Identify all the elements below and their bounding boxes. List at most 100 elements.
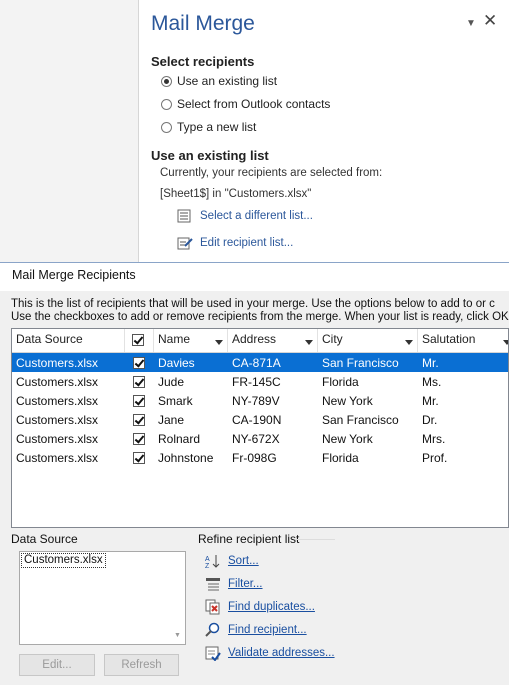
- cell-address: CA-871A: [232, 355, 281, 370]
- select-different-list-link[interactable]: Select a different list...: [177, 209, 313, 223]
- column-header-data-source[interactable]: Data Source: [12, 329, 125, 352]
- pane-options-icon[interactable]: ▼: [466, 18, 476, 29]
- filter-link[interactable]: Filter...: [205, 575, 263, 593]
- filter-icon: [206, 578, 220, 591]
- edit-list-icon: [177, 237, 193, 250]
- dropdown-arrow-icon[interactable]: [503, 340, 508, 345]
- table-row[interactable]: Customers.xlsx Davies CA-871A San Franci…: [12, 353, 508, 372]
- radio-button[interactable]: [161, 98, 172, 110]
- close-icon[interactable]: ✕: [483, 11, 497, 31]
- cell-data-source: Customers.xlsx: [16, 412, 99, 427]
- cell-address: NY-672X: [232, 431, 280, 446]
- cell-salutation: Ms.: [422, 374, 442, 389]
- svg-text:Z: Z: [205, 563, 210, 569]
- cell-checkbox[interactable]: [125, 391, 154, 410]
- cell-checkbox[interactable]: [125, 372, 154, 391]
- cell-name: Rolnard: [158, 431, 201, 446]
- find-recipient-icon: [205, 622, 220, 637]
- dropdown-arrow-icon[interactable]: [405, 340, 413, 345]
- column-header-select-all[interactable]: [125, 329, 154, 352]
- validate-addresses-link[interactable]: Validate addresses...: [205, 644, 335, 662]
- radio-label: Use an existing list: [177, 74, 278, 88]
- dropdown-arrow-icon[interactable]: [215, 340, 223, 345]
- cell-checkbox[interactable]: [125, 410, 154, 429]
- source-file-text: [Sheet1$] in "Customers.xlsx": [160, 188, 312, 200]
- radio-label: Type a new list: [177, 120, 257, 134]
- cell-city: San Francisco: [322, 412, 399, 427]
- radio-type-new-list[interactable]: Type a new list: [161, 119, 256, 135]
- scroll-down-icon[interactable]: ▼: [174, 632, 181, 639]
- table-row[interactable]: Customers.xlsx Jude FR-145C Florida Ms.: [12, 372, 508, 391]
- cell-data-source: Customers.xlsx: [16, 393, 99, 408]
- cell-city: San Francisco: [322, 355, 399, 370]
- select-all-checkbox[interactable]: [132, 334, 144, 346]
- edit-button[interactable]: Edit...: [19, 654, 95, 676]
- list-icon: [177, 209, 191, 223]
- column-label: Address: [232, 332, 277, 346]
- cell-salutation: Dr.: [422, 412, 438, 427]
- sort-link[interactable]: A Z Sort...: [205, 552, 259, 570]
- row-checkbox[interactable]: [133, 375, 145, 388]
- cell-salutation: Mr.: [422, 393, 439, 408]
- column-header-address[interactable]: Address: [228, 329, 318, 352]
- cell-city: Florida: [322, 374, 359, 389]
- column-label: City: [322, 332, 343, 346]
- link-label: Select a different list...: [200, 210, 313, 222]
- table-row[interactable]: Customers.xlsx Johnstone Fr-098G Florida…: [12, 448, 508, 467]
- column-label: Salutation: [422, 332, 476, 346]
- table-row[interactable]: Customers.xlsx Smark NY-789V New York Mr…: [12, 391, 508, 410]
- column-label: Name: [158, 332, 191, 346]
- data-source-list-item[interactable]: Customers.xlsx: [21, 553, 106, 568]
- cell-name: Jane: [158, 412, 185, 427]
- cell-checkbox[interactable]: [125, 448, 154, 467]
- validate-addresses-icon: [205, 646, 221, 661]
- link-label: Sort...: [228, 555, 259, 567]
- row-checkbox[interactable]: [133, 432, 145, 445]
- instructions-line: This is the list of recipients that will…: [11, 298, 495, 310]
- column-header-name[interactable]: Name: [154, 329, 228, 352]
- svg-text:A: A: [205, 556, 210, 563]
- cell-data-source: Customers.xlsx: [16, 450, 99, 465]
- row-checkbox[interactable]: [133, 394, 145, 407]
- row-checkbox[interactable]: [133, 356, 145, 369]
- link-label: Validate addresses...: [228, 647, 335, 659]
- table-row[interactable]: Customers.xlsx Jane CA-190N San Francisc…: [12, 410, 508, 429]
- data-source-label: Data Source: [11, 532, 78, 546]
- find-duplicates-link[interactable]: Find duplicates...: [205, 598, 315, 616]
- cell-address: Fr-098G: [232, 450, 277, 465]
- cell-city: New York: [322, 393, 373, 408]
- cell-address: CA-190N: [232, 412, 282, 427]
- existing-list-heading: Use an existing list: [151, 148, 269, 163]
- current-source-text: Currently, your recipients are selected …: [160, 167, 383, 179]
- find-recipient-link[interactable]: Find recipient...: [205, 621, 307, 639]
- select-recipients-heading: Select recipients: [151, 54, 255, 69]
- radio-button[interactable]: [161, 75, 172, 87]
- cell-data-source: Customers.xlsx: [16, 431, 99, 446]
- document-area: [0, 0, 138, 262]
- radio-use-existing-list[interactable]: Use an existing list: [161, 73, 277, 89]
- cell-data-source: Customers.xlsx: [16, 355, 99, 370]
- cell-name: Davies: [158, 355, 195, 370]
- column-header-city[interactable]: City: [318, 329, 418, 352]
- dialog-title: Mail Merge Recipients: [12, 268, 136, 282]
- cell-salutation: Prof.: [422, 450, 448, 465]
- cell-city: Florida: [322, 450, 359, 465]
- divider: [295, 539, 335, 540]
- radio-outlook-contacts[interactable]: Select from Outlook contacts: [161, 96, 330, 112]
- cell-city: New York: [322, 431, 373, 446]
- cell-name: Jude: [158, 374, 185, 389]
- column-header-salutation[interactable]: Salutation: [418, 329, 508, 352]
- row-checkbox[interactable]: [133, 451, 145, 464]
- cell-checkbox[interactable]: [125, 353, 154, 372]
- table-row[interactable]: Customers.xlsx Rolnard NY-672X New York …: [12, 429, 508, 448]
- dropdown-arrow-icon[interactable]: [305, 340, 313, 345]
- cell-checkbox[interactable]: [125, 429, 154, 448]
- instructions-line: Use the checkboxes to add or remove reci…: [11, 311, 509, 323]
- refresh-button[interactable]: Refresh: [104, 654, 179, 676]
- sort-icon: A Z: [205, 555, 220, 569]
- row-checkbox[interactable]: [133, 413, 145, 426]
- cell-salutation: Mrs.: [422, 431, 446, 446]
- edit-recipient-list-link[interactable]: Edit recipient list...: [177, 236, 293, 250]
- radio-button[interactable]: [161, 121, 172, 133]
- cell-address: FR-145C: [232, 374, 281, 389]
